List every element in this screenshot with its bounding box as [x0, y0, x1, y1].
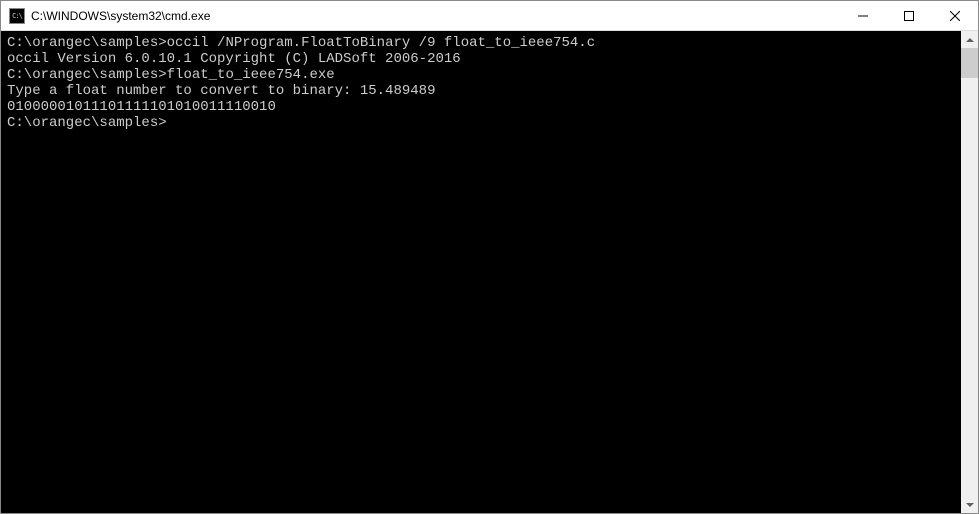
maximize-icon — [904, 11, 914, 21]
vertical-scrollbar[interactable] — [961, 31, 978, 513]
prompt: C:\orangec\samples> — [7, 67, 167, 83]
scroll-down-arrow[interactable] — [961, 496, 978, 513]
window-controls — [840, 1, 978, 30]
titlebar[interactable]: C:\ C:\WINDOWS\system32\cmd.exe — [1, 1, 978, 31]
console-line: 01000001011101111101010011110010 — [7, 99, 955, 115]
scroll-up-arrow[interactable] — [961, 31, 978, 48]
console-line: occil Version 6.0.10.1 Copyright (C) LAD… — [7, 51, 955, 67]
scrollbar-track[interactable] — [961, 48, 978, 496]
prompt: C:\orangec\samples> — [7, 35, 167, 51]
close-button[interactable] — [932, 1, 978, 30]
command-text: occil /NProgram.FloatToBinary /9 float_t… — [167, 35, 595, 51]
console-line: C:\orangec\samples>float_to_ieee754.exe — [7, 67, 955, 83]
cmd-icon: C:\ — [9, 8, 25, 24]
command-text: float_to_ieee754.exe — [167, 67, 335, 83]
minimize-icon — [858, 11, 868, 21]
minimize-button[interactable] — [840, 1, 886, 30]
scrollbar-thumb[interactable] — [961, 48, 978, 78]
console-wrapper: C:\orangec\samples>occil /NProgram.Float… — [1, 31, 978, 513]
chevron-up-icon — [966, 38, 974, 42]
console-output[interactable]: C:\orangec\samples>occil /NProgram.Float… — [1, 31, 961, 513]
prompt: C:\orangec\samples> — [7, 115, 167, 131]
maximize-button[interactable] — [886, 1, 932, 30]
console-line: Type a float number to convert to binary… — [7, 83, 955, 99]
console-line: C:\orangec\samples> — [7, 115, 955, 131]
console-line: C:\orangec\samples>occil /NProgram.Float… — [7, 35, 955, 51]
close-icon — [950, 11, 960, 21]
window-title: C:\WINDOWS\system32\cmd.exe — [31, 9, 840, 23]
chevron-down-icon — [966, 503, 974, 507]
